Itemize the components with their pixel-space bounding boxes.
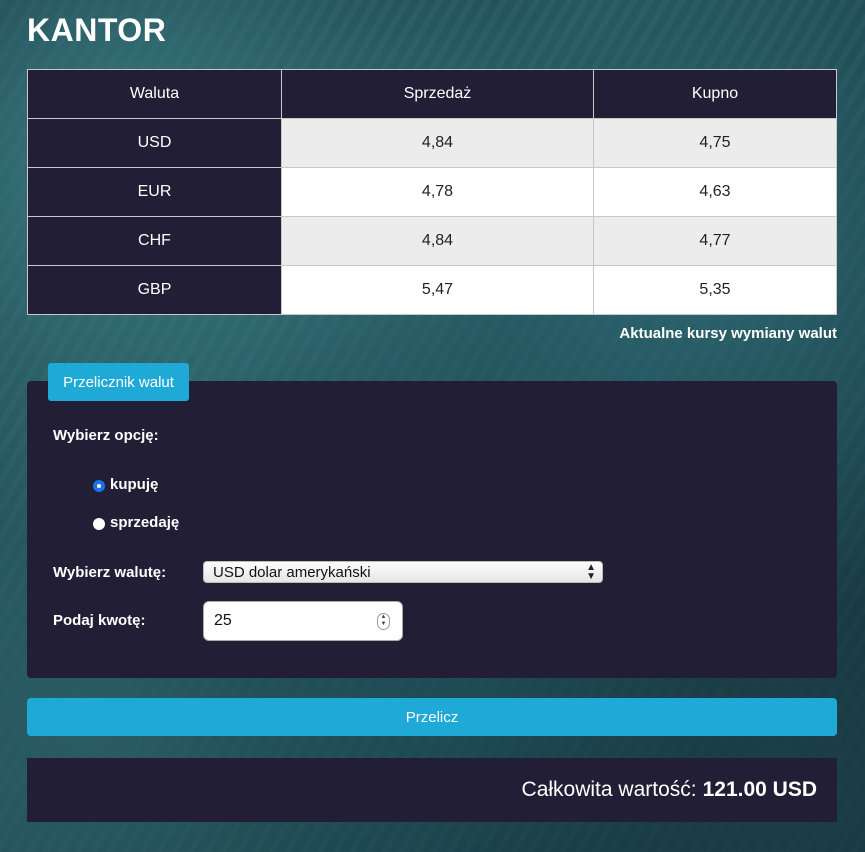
amount-input[interactable]: 25 ▲ ▼ — [203, 601, 403, 641]
rates-caption: Aktualne kursy wymiany walut — [619, 325, 837, 342]
radio-buy-label[interactable]: kupuję — [110, 476, 158, 493]
stepper-icon[interactable]: ▲ ▼ — [377, 613, 390, 630]
currency-cell: GBP — [27, 265, 282, 315]
result-box: Całkowita wartość: 121.00 USD — [27, 758, 837, 822]
sell-rate-cell: 4,78 — [281, 167, 594, 217]
currency-label: Wybierz walutę: — [53, 564, 167, 581]
table-row: CHF 4,84 4,77 — [27, 216, 837, 266]
currency-cell: CHF — [27, 216, 282, 266]
radio-sell-label[interactable]: sprzedaję — [110, 514, 179, 531]
sell-rate-cell: 4,84 — [281, 216, 594, 266]
amount-label: Podaj kwotę: — [53, 612, 146, 629]
currency-cell: USD — [27, 118, 282, 168]
column-header-sell: Sprzedaż — [281, 69, 594, 119]
table-row: GBP 5,47 5,35 — [27, 265, 837, 315]
sell-rate-cell: 4,84 — [281, 118, 594, 168]
buy-rate-cell: 4,77 — [593, 216, 837, 266]
currency-select[interactable]: USD dolar amerykański ▲ ▼ — [203, 561, 603, 583]
amount-input-value: 25 — [214, 612, 232, 629]
buy-rate-cell: 4,63 — [593, 167, 837, 217]
table-row: EUR 4,78 4,63 — [27, 167, 837, 217]
result-amount: 121.00 USD — [702, 778, 817, 801]
page-title: KANTOR — [27, 12, 167, 48]
buy-rate-cell: 4,75 — [593, 118, 837, 168]
converter-tab: Przelicznik walut — [48, 363, 189, 401]
column-header-currency: Waluta — [27, 69, 282, 119]
table-header-row: Waluta Sprzedaż Kupno — [27, 69, 837, 119]
radio-buy[interactable] — [93, 480, 105, 492]
radio-sell[interactable] — [93, 518, 105, 530]
option-label: Wybierz opcję: — [53, 427, 159, 444]
table-row: USD 4,84 4,75 — [27, 118, 837, 168]
currency-cell: EUR — [27, 167, 282, 217]
select-arrows-icon: ▲ ▼ — [586, 562, 596, 582]
buy-rate-cell: 5,35 — [593, 265, 837, 315]
exchange-rates-table: Waluta Sprzedaż Kupno USD 4,84 4,75 EUR … — [27, 69, 837, 315]
currency-select-value: USD dolar amerykański — [213, 563, 371, 581]
sell-rate-cell: 5,47 — [281, 265, 594, 315]
column-header-buy: Kupno — [593, 69, 837, 119]
calculate-button[interactable]: Przelicz — [27, 698, 837, 736]
result-label: Całkowita wartość: — [521, 778, 697, 801]
